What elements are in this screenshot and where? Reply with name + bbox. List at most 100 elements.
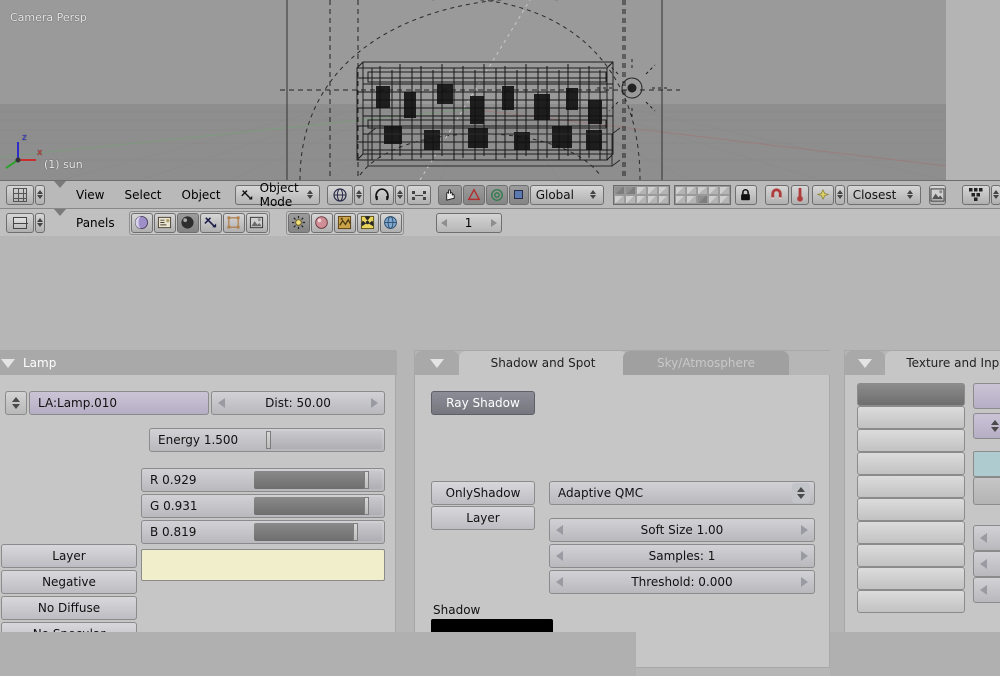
mode-selector[interactable]: Object Mode — [234, 181, 320, 209]
layer-button[interactable] — [685, 194, 697, 204]
context-editing-button[interactable] — [222, 212, 245, 233]
draw-type-spinner[interactable] — [353, 184, 364, 205]
panel-texture-collapse[interactable] — [845, 351, 885, 375]
context-logic-button[interactable] — [130, 212, 153, 233]
layer-button[interactable] — [657, 185, 669, 195]
manipulator-translate-button[interactable] — [437, 184, 462, 205]
context-shading-button[interactable] — [176, 212, 199, 233]
mode-selector-spinner[interactable] — [305, 190, 315, 199]
menu-select[interactable]: Select — [114, 181, 171, 209]
texture-slot[interactable] — [857, 521, 965, 544]
shading-world-button[interactable] — [379, 212, 402, 233]
layer-button[interactable] — [674, 194, 686, 204]
frame-next-icon[interactable] — [490, 218, 497, 227]
texture-slot[interactable] — [857, 498, 965, 521]
layer-buttons-group-a[interactable] — [612, 184, 670, 205]
texture-slot[interactable] — [857, 406, 965, 429]
manipulator-rotate-button[interactable] — [462, 184, 485, 205]
shading-material-button[interactable] — [310, 212, 333, 233]
menu-view[interactable]: View — [66, 181, 114, 209]
orientation-spinner[interactable] — [588, 190, 598, 199]
layer-button[interactable] — [624, 185, 636, 195]
panel-collapse-icon[interactable] — [1, 358, 15, 368]
texture-slot[interactable] — [857, 452, 965, 475]
threshold-field[interactable]: Threshold: 0.000 — [549, 570, 815, 594]
frame-stepper[interactable]: 1 — [435, 212, 502, 233]
layer-button[interactable] — [718, 194, 730, 204]
editor-type-spinner[interactable] — [35, 184, 45, 205]
lamp-datablock-browse[interactable] — [5, 391, 27, 415]
lamp-color-g-slider[interactable]: G 0.931 — [141, 494, 385, 518]
texture-slot[interactable] — [857, 429, 965, 452]
layer-button[interactable] — [624, 194, 636, 204]
lamp-color-b-slider[interactable]: B 0.819 — [141, 520, 385, 544]
outliner-editor-button[interactable] — [961, 184, 990, 205]
texture-slot[interactable] — [857, 590, 965, 613]
editor-type-button[interactable] — [6, 184, 34, 205]
offset-x-decrement-icon[interactable] — [980, 533, 987, 543]
texture-slot[interactable] — [857, 544, 965, 567]
layer-button[interactable] — [707, 194, 719, 204]
outliner-spinner[interactable] — [990, 184, 1000, 205]
shading-texture-button[interactable] — [333, 212, 356, 233]
render-button[interactable] — [928, 184, 946, 205]
layer-button[interactable] — [685, 185, 697, 195]
lamp-energy-slider[interactable]: Energy 1.500 — [149, 428, 385, 452]
snap-target-selector[interactable]: Closest — [846, 184, 921, 205]
lamp-toggle-no-diffuse[interactable]: No Diffuse — [1, 596, 137, 620]
pivot-spinner[interactable] — [394, 184, 405, 205]
lamp-toggle-negative[interactable]: Negative — [1, 570, 137, 594]
layer-button[interactable] — [646, 185, 658, 195]
soft-size-decrement-icon[interactable] — [556, 525, 563, 535]
snap-element-spinner[interactable] — [834, 184, 845, 205]
proportional-edit-button[interactable] — [790, 184, 809, 205]
tab-sky-atmosphere[interactable]: Sky/Atmosphere — [623, 351, 789, 375]
shadow-layer-button[interactable]: Layer — [431, 506, 535, 530]
header-collapse-arrow[interactable] — [54, 181, 66, 201]
pivot-button[interactable] — [369, 184, 394, 205]
offset-y-decrement-icon[interactable] — [980, 559, 987, 569]
3d-viewport[interactable]: Camera Persp (1) sun z x — [0, 0, 946, 180]
layer-button[interactable] — [613, 194, 625, 204]
layer-buttons-group-b[interactable] — [673, 184, 731, 205]
snap-target-spinner[interactable] — [905, 190, 915, 199]
layer-button[interactable] — [657, 194, 669, 204]
only-shadow-button[interactable]: OnlyShadow — [431, 481, 535, 505]
samples-field[interactable]: Samples: 1 — [549, 544, 815, 568]
texture-offset-y-field[interactable] — [973, 551, 1000, 577]
sampling-method-spinner[interactable] — [792, 483, 810, 503]
snap-element-button[interactable] — [811, 184, 834, 205]
threshold-decrement-icon[interactable] — [556, 577, 563, 587]
map-input-toggle-a[interactable] — [973, 451, 1000, 477]
editor-type-button-buttons[interactable] — [6, 212, 34, 233]
lamp-toggle-layer[interactable]: Layer — [1, 544, 137, 568]
soft-size-increment-icon[interactable] — [800, 525, 808, 535]
lock-layers-button[interactable] — [734, 184, 757, 205]
manipulator-mode-button[interactable] — [508, 184, 529, 205]
tab-texture-and-input[interactable]: Texture and Input — [885, 351, 1000, 375]
layer-button[interactable] — [635, 194, 647, 204]
offset-z-decrement-icon[interactable] — [980, 585, 987, 595]
orientation-selector[interactable]: Global — [529, 184, 604, 205]
editor-type-spinner-buttons[interactable] — [35, 212, 45, 233]
texture-browse-button[interactable] — [973, 413, 1000, 439]
menu-object[interactable]: Object — [172, 181, 231, 209]
context-script-button[interactable] — [153, 212, 176, 233]
shading-lamp-button[interactable] — [287, 212, 310, 233]
layer-button[interactable] — [613, 185, 625, 195]
ray-shadow-button[interactable]: Ray Shadow — [431, 391, 535, 415]
threshold-increment-icon[interactable] — [800, 577, 808, 587]
manipulator-scale-button[interactable] — [485, 184, 508, 205]
samples-increment-icon[interactable] — [801, 551, 808, 561]
shading-radiosity-button[interactable] — [356, 212, 379, 233]
context-object-button[interactable] — [199, 212, 222, 233]
texture-name-field[interactable] — [973, 383, 1000, 409]
buttons-window-header[interactable]: Panels 1 — [0, 208, 1000, 236]
lamp-color-r-slider[interactable]: R 0.929 — [141, 468, 385, 492]
draw-type-button[interactable] — [326, 184, 353, 205]
frame-prev-icon[interactable] — [440, 218, 447, 227]
layer-button[interactable] — [635, 185, 647, 195]
layer-button[interactable] — [696, 185, 708, 195]
sampling-method-selector[interactable]: Adaptive QMC — [549, 481, 815, 505]
panel-lamp-header[interactable]: Lamp — [0, 351, 397, 375]
